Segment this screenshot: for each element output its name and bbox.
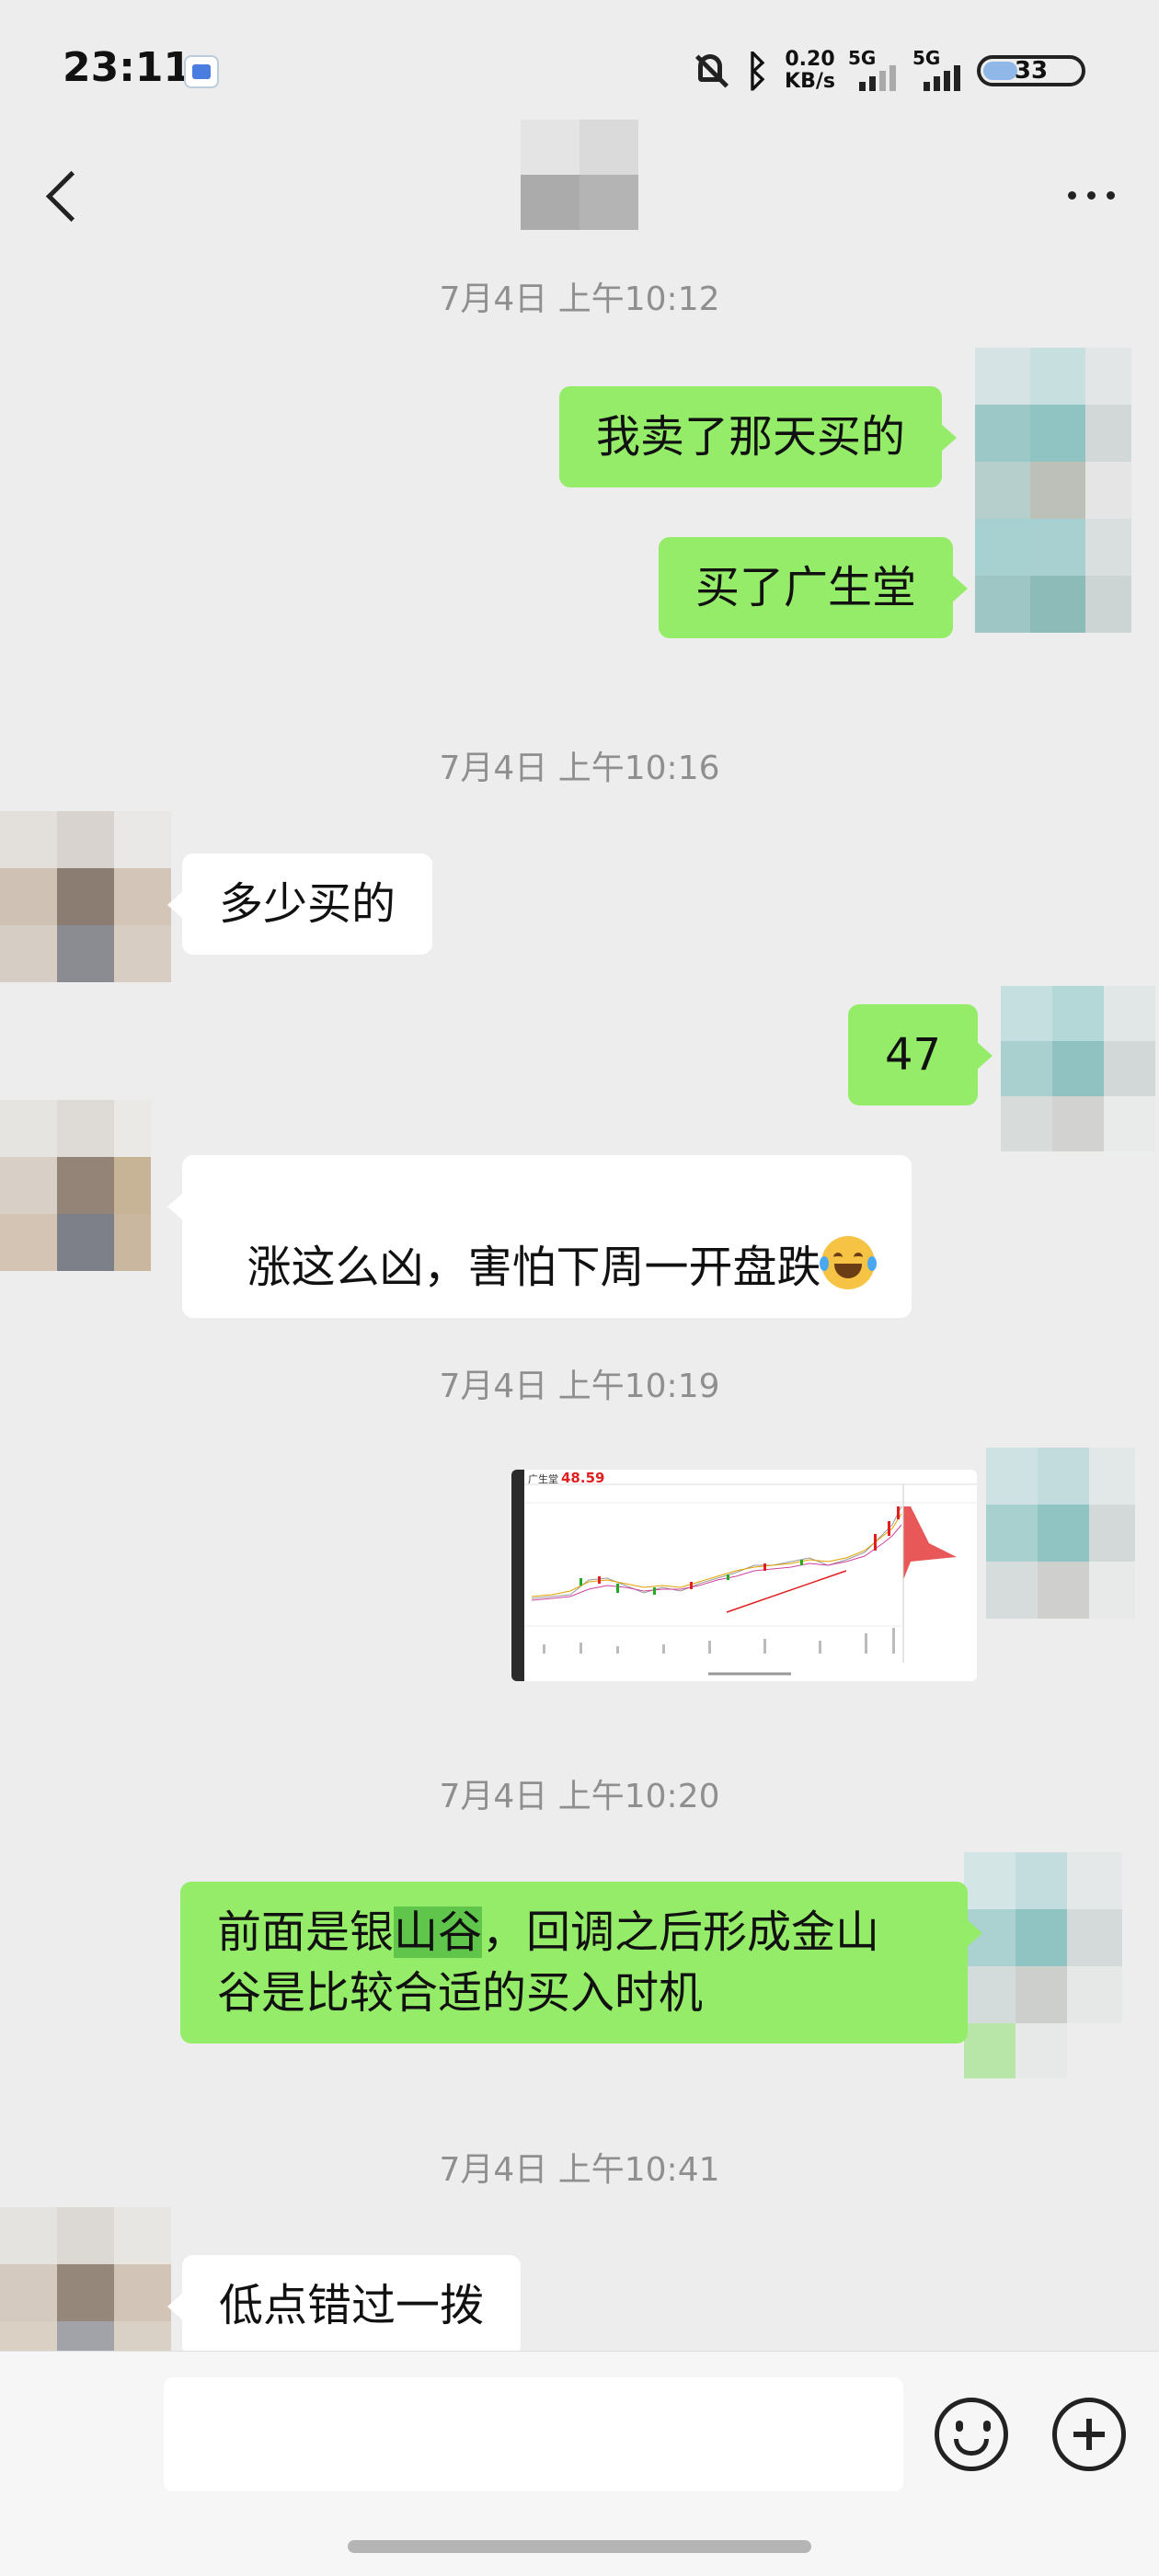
chat-title-avatar-mosaic[interactable] xyxy=(521,120,638,230)
chat-header xyxy=(0,120,1159,258)
my-avatar[interactable] xyxy=(1001,986,1155,1151)
timestamp: 7月4日 上午10:16 xyxy=(439,750,720,787)
message-in[interactable]: 涨这么凶，害怕下周一开盘跌 xyxy=(167,1155,912,1318)
notification-app-icon xyxy=(184,55,219,88)
home-indicator[interactable] xyxy=(348,2540,811,2553)
contact-avatar[interactable] xyxy=(0,1100,151,1271)
signal-1-icon: 5G xyxy=(848,47,900,91)
status-icons: ᛒ 0.20 KB/s 5G 5G 33 xyxy=(693,46,1085,96)
status-time: 23:11 xyxy=(63,44,192,91)
plus-icon[interactable] xyxy=(1052,2398,1126,2471)
my-avatar[interactable] xyxy=(964,1852,1122,2078)
mute-bell-icon xyxy=(693,51,729,91)
message-out[interactable]: 我卖了那天买的 xyxy=(559,386,958,487)
stock-chart-graphic xyxy=(524,1483,977,1676)
status-bar: 23:11 ᛒ 0.20 KB/s 5G 5G 33 xyxy=(0,0,1159,138)
message-text: 前面是银 xyxy=(217,1906,395,1958)
my-avatar[interactable] xyxy=(986,1448,1135,1619)
message-out[interactable]: 买了广生堂 xyxy=(659,537,969,638)
signal-2-icon: 5G xyxy=(912,47,964,91)
chevron-left-icon[interactable] xyxy=(40,166,86,230)
smile-icon[interactable] xyxy=(935,2398,1008,2471)
timestamp: 7月4日 上午10:19 xyxy=(439,1368,720,1405)
message-out[interactable]: 47 xyxy=(848,1004,993,1105)
signal-1-label: 5G xyxy=(848,47,877,69)
net-speed-value: 0.20 xyxy=(785,48,835,71)
bluetooth-icon: ᛒ xyxy=(744,46,770,96)
battery-icon: 33 xyxy=(977,55,1085,86)
timestamp: 7月4日 上午10:12 xyxy=(439,280,720,318)
laughing-tears-emoji xyxy=(819,1236,877,1289)
more-dots-icon[interactable] xyxy=(1068,191,1115,200)
net-speed-unit: KB/s xyxy=(785,70,835,93)
highlighted-text[interactable]: 山谷 xyxy=(394,1906,483,1958)
message-input[interactable] xyxy=(164,2377,903,2491)
message-in[interactable]: 低点错过一拨 xyxy=(166,2255,522,2356)
message-in[interactable]: 多少买的 xyxy=(166,853,433,955)
message-text: 涨这么凶，害怕下周一开盘跌 xyxy=(247,1242,821,1293)
my-avatar[interactable] xyxy=(975,348,1131,633)
message-out[interactable]: 前面是银山谷，回调之后形成金山 谷是比较合适的买入时机 xyxy=(180,1882,982,2044)
contact-avatar[interactable] xyxy=(0,811,171,982)
signal-2-label: 5G xyxy=(912,47,941,69)
timestamp: 7月4日 上午10:41 xyxy=(439,2151,720,2189)
stock-chart-image[interactable]: 广生堂 48.59 xyxy=(511,1470,977,1681)
net-speed: 0.20 KB/s xyxy=(785,49,835,93)
battery-level: 33 xyxy=(1014,57,1049,85)
timestamp: 7月4日 上午10:20 xyxy=(439,1778,720,1815)
